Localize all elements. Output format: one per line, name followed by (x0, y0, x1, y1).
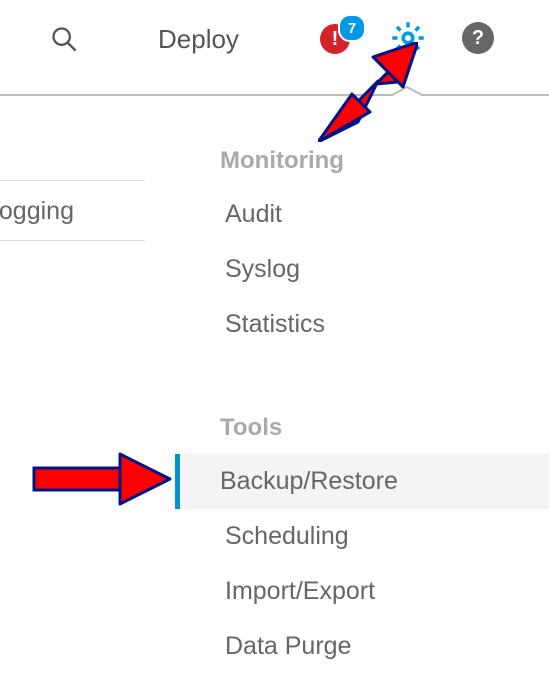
notification-count: 7 (338, 14, 366, 42)
menu-divider (0, 86, 549, 104)
section-header-monitoring: Monitoring (210, 135, 549, 187)
sidebar-item-logging[interactable]: Logging (0, 181, 180, 240)
topbar: Deploy ! 7 (0, 0, 549, 78)
notification-count-text: 7 (348, 20, 356, 37)
left-rule (0, 240, 145, 241)
left-column: Logging (0, 120, 180, 241)
section-header-tools: Tools (210, 402, 549, 454)
menu-item-syslog[interactable]: Syslog (210, 242, 549, 297)
search-icon[interactable] (50, 25, 78, 53)
menu-item-statistics[interactable]: Statistics (210, 297, 549, 352)
menu-item-data-purge[interactable]: Data Purge (210, 619, 549, 674)
menu-item-import-export[interactable]: Import/Export (210, 564, 549, 619)
notification-badge[interactable]: ! 7 (320, 18, 360, 58)
help-symbol: ? (472, 27, 484, 50)
settings-menu: Monitoring Audit Syslog Statistics Tools… (210, 135, 549, 674)
menu-item-scheduling[interactable]: Scheduling (210, 509, 549, 564)
menu-spacer (210, 352, 549, 402)
menu-item-backup-restore[interactable]: Backup/Restore (175, 454, 549, 509)
help-icon[interactable]: ? (462, 22, 494, 54)
menu-item-audit[interactable]: Audit (210, 187, 549, 242)
deploy-button[interactable]: Deploy (158, 24, 239, 55)
annotation-arrow-backup (32, 450, 172, 506)
gear-icon[interactable] (390, 20, 426, 56)
